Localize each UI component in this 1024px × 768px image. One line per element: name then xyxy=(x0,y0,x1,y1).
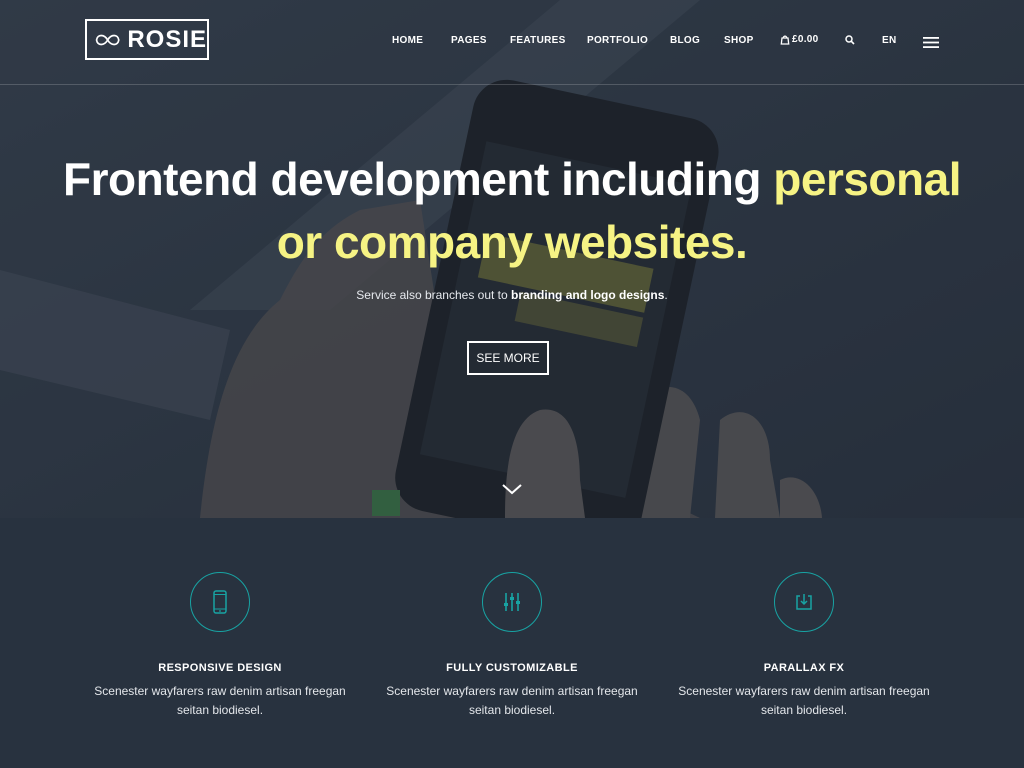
feature-responsive-design: RESPONSIVE DESIGN Scenester wayfarers ra… xyxy=(70,572,370,720)
hero-headline: Frontend development including personal … xyxy=(0,148,1024,274)
nav-item-shop[interactable]: SHOP xyxy=(724,35,754,46)
search-button[interactable] xyxy=(845,35,855,48)
cart-total: £0.00 xyxy=(792,34,819,45)
feature-icon-circle xyxy=(774,572,834,632)
search-icon xyxy=(845,35,855,45)
feature-title: FULLY CUSTOMIZABLE xyxy=(446,662,578,674)
nav-item-features[interactable]: FEATURES xyxy=(510,35,566,46)
hero-section: ROSIE HOME PAGES FEATURES PORTFOLIO BLOG… xyxy=(0,0,1024,518)
nav-item-blog[interactable]: BLOG xyxy=(670,35,700,46)
hero-subheading-suffix: . xyxy=(664,288,668,302)
feature-fully-customizable: FULLY CUSTOMIZABLE Scenester wayfarers r… xyxy=(362,572,662,720)
scroll-down-button[interactable] xyxy=(501,482,523,501)
feature-description: Scenester wayfarers raw denim artisan fr… xyxy=(386,684,638,717)
download-icon xyxy=(796,594,812,610)
brand-name: ROSIE xyxy=(127,25,207,53)
feature-icon-circle xyxy=(482,572,542,632)
features-section: RESPONSIVE DESIGN Scenester wayfarers ra… xyxy=(0,518,1024,768)
top-navigation-bar: ROSIE HOME PAGES FEATURES PORTFOLIO BLOG… xyxy=(0,0,1024,85)
chevron-down-icon xyxy=(502,484,522,495)
nav-item-portfolio[interactable]: PORTFOLIO xyxy=(587,35,648,46)
hero-subheading-bold: branding and logo designs xyxy=(511,288,665,302)
feature-description: Scenester wayfarers raw denim artisan fr… xyxy=(678,684,930,717)
feature-title: PARALLAX FX xyxy=(763,662,845,674)
hero-headline-highlight-1: personal xyxy=(773,153,961,205)
shopping-bag-icon xyxy=(780,35,790,45)
nav-item-pages[interactable]: PAGES xyxy=(451,35,487,46)
cart-button[interactable]: £0.00 xyxy=(780,34,819,45)
see-more-button[interactable]: SEE MORE xyxy=(467,341,549,375)
hero-subheading-text: Service also branches out to xyxy=(356,288,512,302)
feature-description: Scenester wayfarers raw denim artisan fr… xyxy=(94,684,346,717)
language-selector[interactable]: EN xyxy=(882,35,897,46)
hamburger-menu-icon xyxy=(923,37,939,48)
smartphone-icon xyxy=(213,590,227,614)
feature-icon-circle xyxy=(190,572,250,632)
feature-title: RESPONSIVE DESIGN xyxy=(158,662,282,674)
feature-parallax-fx: PARALLAX FX Scenester wayfarers raw deni… xyxy=(654,572,954,720)
infinity-logo-icon xyxy=(95,34,120,45)
menu-toggle-button[interactable] xyxy=(923,37,939,51)
hero-headline-text: Frontend development including xyxy=(62,153,774,205)
sliders-icon xyxy=(504,593,520,611)
hero-headline-highlight-2: or company websites. xyxy=(276,216,748,268)
nav-item-home[interactable]: HOME xyxy=(392,35,423,46)
brand-logo[interactable]: ROSIE xyxy=(85,19,209,60)
hero-subheading: Service also branches out to branding an… xyxy=(0,288,1024,302)
